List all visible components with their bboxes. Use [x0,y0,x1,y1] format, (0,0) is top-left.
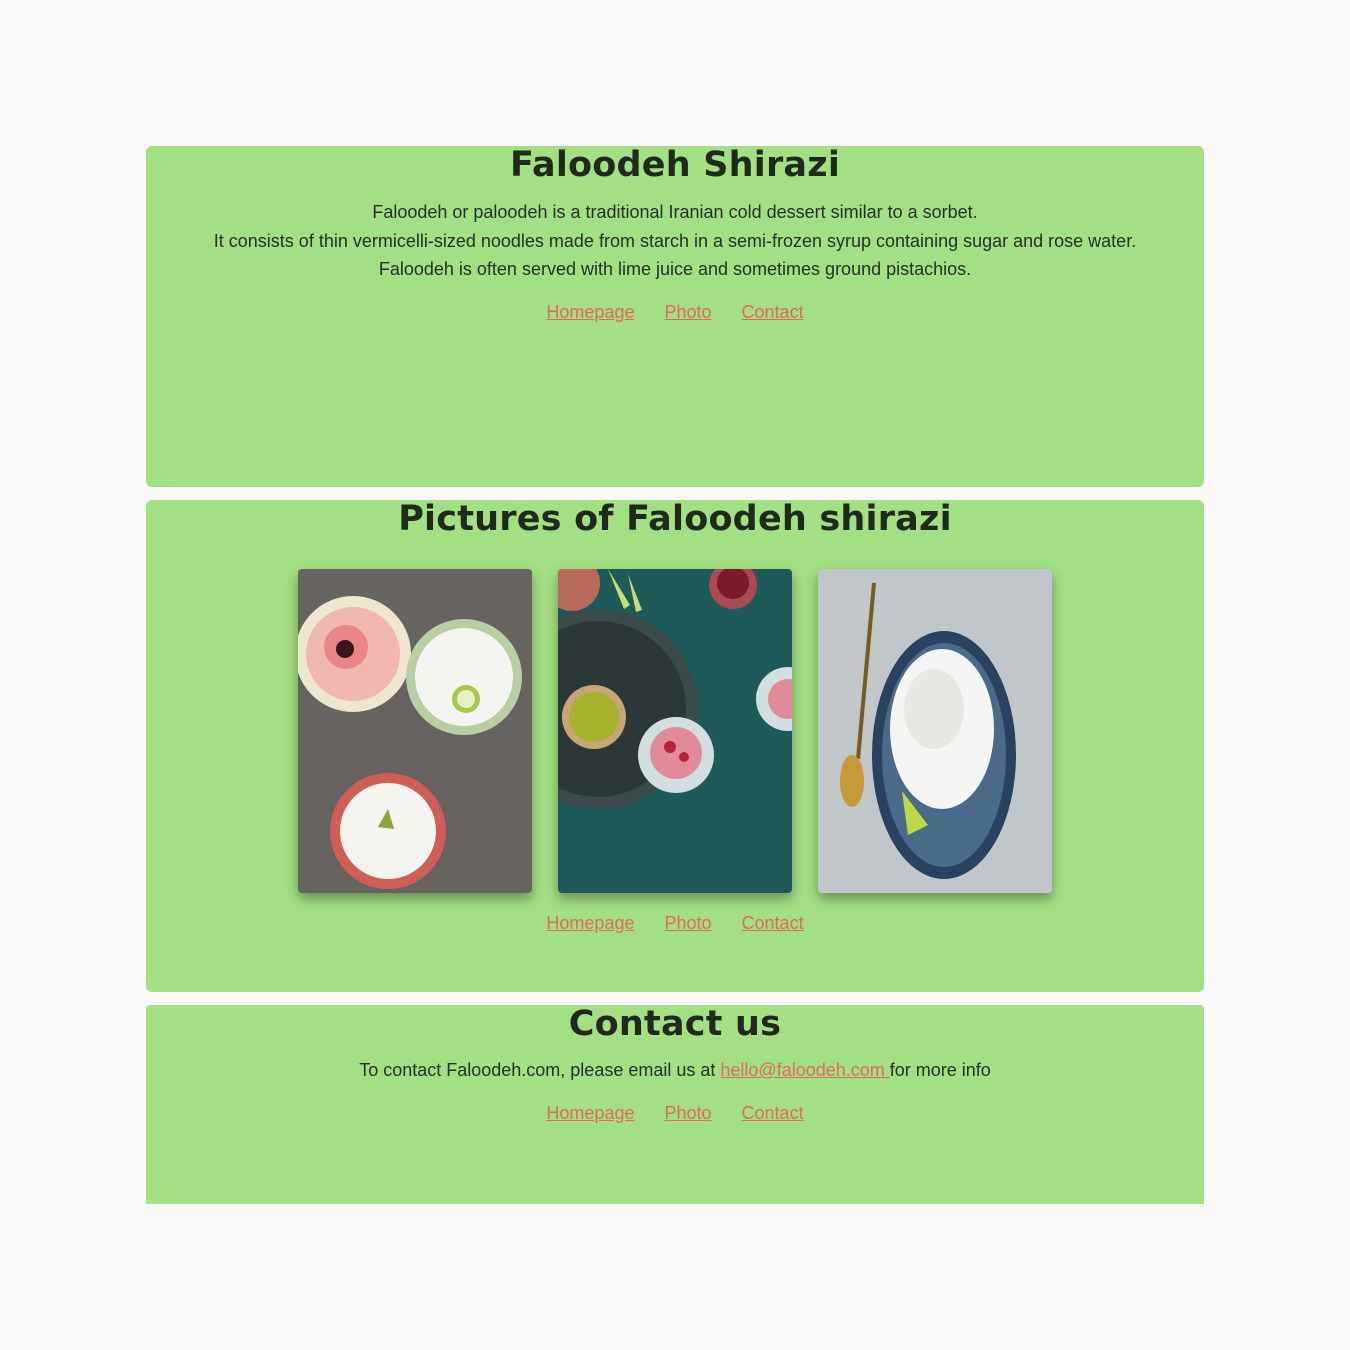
email-link[interactable]: hello@faloodeh.com [720,1060,889,1080]
nav-homepage-link[interactable]: Homepage [546,302,634,323]
nav-photo-link[interactable]: Photo [664,1103,711,1124]
intro-line-1: Faloodeh or paloodeh is a traditional Ir… [372,202,978,222]
faloodeh-photo-blue-plate[interactable] [818,569,1052,893]
contact-nav: Homepage Photo Contact [146,1103,1204,1124]
nav-photo-link[interactable]: Photo [664,302,711,323]
photos-nav: Homepage Photo Contact [146,913,1204,934]
contact-text-after: for more info [889,1060,991,1080]
photos-section: Pictures of Faloodeh shirazi Homepage Ph… [146,500,1204,992]
nav-contact-link[interactable]: Contact [742,302,804,323]
nav-homepage-link[interactable]: Homepage [546,1103,634,1124]
nav-photo-link[interactable]: Photo [664,913,711,934]
faloodeh-photo-blue-plate-image [818,569,1052,893]
intro-text: Faloodeh or paloodeh is a traditional Ir… [146,198,1204,284]
nav-contact-link[interactable]: Contact [742,913,804,934]
page-title: Faloodeh Shirazi [509,145,841,185]
contact-section: Contact us To contact Faloodeh.com, plea… [146,1005,1204,1204]
intro-line-2: It consists of thin vermicelli-sized noo… [213,230,1137,251]
faloodeh-photo-bowls[interactable] [298,569,532,893]
faloodeh-photo-bowls-image [298,569,532,893]
nav-contact-link[interactable]: Contact [742,1103,804,1124]
contact-text: To contact Faloodeh.com, please email us… [146,1060,1204,1081]
contact-title: Contact us [568,1004,782,1044]
contact-text-before: To contact Faloodeh.com, please email us… [359,1060,721,1080]
intro-line-3: Faloodeh is often served with lime juice… [378,259,972,279]
faloodeh-photo-teal-table[interactable] [558,569,792,893]
home-section: Faloodeh Shirazi Faloodeh or paloodeh is… [146,146,1204,487]
photos-title: Pictures of Faloodeh shirazi [398,499,952,539]
photo-gallery [146,569,1204,893]
home-nav: Homepage Photo Contact [146,302,1204,323]
nav-homepage-link[interactable]: Homepage [546,913,634,934]
faloodeh-photo-teal-table-image [558,569,792,893]
